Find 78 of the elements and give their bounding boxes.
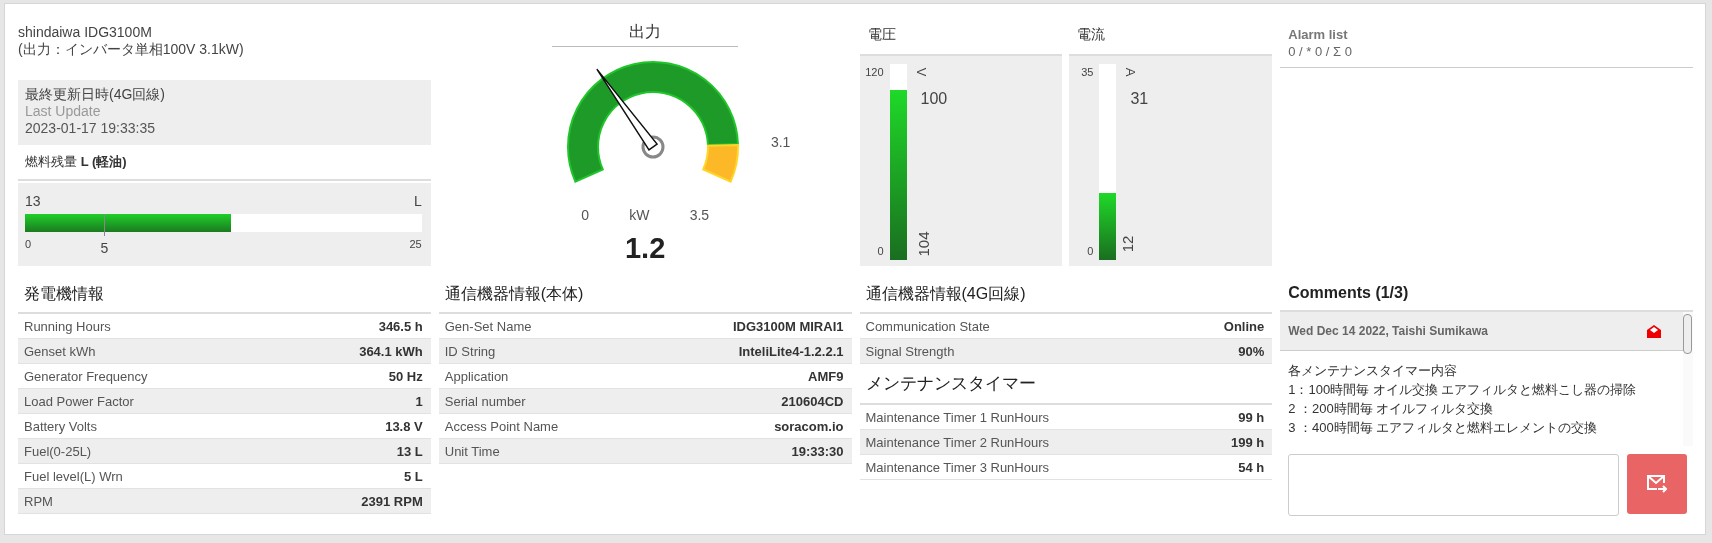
- gauge-min: 0: [581, 207, 589, 224]
- row-label: Fuel(0-25L): [24, 443, 92, 459]
- row-value: 13.8 V: [385, 418, 423, 434]
- row-value: 1: [415, 393, 423, 409]
- gauge-unit: kW: [629, 207, 650, 224]
- row-value: AMF9: [808, 368, 844, 384]
- comment-input[interactable]: [1288, 454, 1619, 516]
- row-label: Battery Volts: [24, 418, 97, 434]
- row-value: IDG3100M MIRAI1: [732, 318, 844, 334]
- scale-min: 0: [25, 237, 32, 252]
- meter-setpoint: 100: [920, 90, 948, 107]
- row-value: 2391 RPM: [361, 493, 423, 509]
- fuel-unit: L: [413, 193, 422, 210]
- row-value: 199 h: [1231, 434, 1265, 450]
- comment-text: 2 ：200時間毎 オイルフィルタ交換: [1288, 400, 1495, 418]
- comment-author-date: Wed Dec 14 2022, Taishi Sumikawa: [1288, 324, 1488, 338]
- row-value: 19:33:30: [791, 443, 844, 459]
- alarm-list-title: Alarm list: [1288, 26, 1349, 43]
- row-label: ID String: [444, 343, 496, 359]
- meter-value: 104: [915, 231, 931, 257]
- send-mail-icon: [1647, 475, 1667, 493]
- row-value: 5 L: [403, 468, 423, 484]
- meter-setpoint: 31: [1130, 90, 1149, 107]
- row-label: Application: [444, 368, 509, 384]
- last-update-sublabel: Last Update: [25, 103, 102, 120]
- row-value: soracom.io: [774, 418, 844, 434]
- row-value: 13 L: [396, 443, 423, 459]
- alarm-counts: 0 / * 0 / Σ 0: [1288, 43, 1353, 60]
- row-value: InteliLite4-1.2.2.1: [738, 343, 844, 359]
- last-update-value: 2023-01-17 19:33:35: [25, 120, 156, 137]
- row-label: Maintenance Timer 2 RunHours: [865, 434, 1050, 450]
- row-value: 50 Hz: [388, 368, 423, 384]
- meter-value: 12: [1120, 235, 1137, 253]
- row-label: Running Hours: [24, 318, 111, 334]
- row-label: Load Power Factor: [24, 393, 134, 409]
- open-envelope-icon[interactable]: [1647, 324, 1661, 338]
- row-value: Online: [1223, 318, 1265, 334]
- row-label: Maintenance Timer 3 RunHours: [865, 459, 1050, 475]
- meter-unit: A: [1122, 67, 1139, 77]
- fuel-value: 13: [25, 193, 41, 210]
- gauge-max: 3.5: [689, 207, 710, 224]
- row-value: 346.5 h: [378, 318, 423, 334]
- row-label: Gen-Set Name: [444, 318, 532, 334]
- comment-text: 各メンテナンスタイマー内容: [1288, 362, 1459, 380]
- row-label: Access Point Name: [444, 418, 559, 434]
- row-value: 210604CD: [781, 393, 844, 409]
- meter-scale-max: 120: [865, 65, 884, 80]
- send-button[interactable]: [1627, 454, 1687, 514]
- scale-max: 25: [409, 237, 422, 252]
- device-title: shindaiwa IDG3100M: [18, 24, 153, 41]
- meter-scale-max: 35: [1081, 65, 1094, 80]
- marker-label: 5: [100, 240, 109, 256]
- gauge-title: 出力: [552, 22, 739, 47]
- row-value: 364.1 kWh: [359, 343, 423, 359]
- row-value: 54 h: [1238, 459, 1265, 475]
- row-label: Unit Time: [444, 443, 500, 459]
- row-value: 90%: [1238, 343, 1265, 359]
- row-label: Serial number: [444, 393, 526, 409]
- row-label: Genset kWh: [24, 343, 96, 359]
- row-label: Communication State: [865, 318, 990, 334]
- comment-text: 3 ：400時間毎 エアフィルタと燃料エレメントの交換: [1288, 419, 1599, 437]
- row-label: Maintenance Timer 1 RunHours: [865, 409, 1050, 425]
- device-subtitle: (出力：インバータ単相100V 3.1kW): [18, 41, 245, 58]
- row-label: RPM: [24, 493, 53, 509]
- fuel-title: 燃料残量 L (軽油): [18, 145, 431, 181]
- gauge-warning-label: 3.1: [771, 134, 791, 151]
- gauge-value: 1.2: [624, 232, 666, 265]
- meter-scale-min: 0: [877, 244, 884, 259]
- scrollbar-thumb[interactable]: [1683, 314, 1692, 354]
- comment-text: 1：100時間毎 オイル交換 エアフィルタと燃料こし器の掃除: [1288, 381, 1638, 399]
- row-label: Fuel level(L) Wrn: [24, 468, 123, 484]
- last-update-label: 最終更新日時(4G回線): [25, 86, 166, 103]
- row-value: 99 h: [1238, 409, 1265, 425]
- meter-unit: V: [912, 67, 929, 77]
- meter-scale-min: 0: [1087, 244, 1094, 259]
- row-label: Signal Strength: [865, 343, 955, 359]
- row-label: Generator Frequency: [24, 368, 148, 384]
- scrollbar[interactable]: [1683, 312, 1693, 446]
